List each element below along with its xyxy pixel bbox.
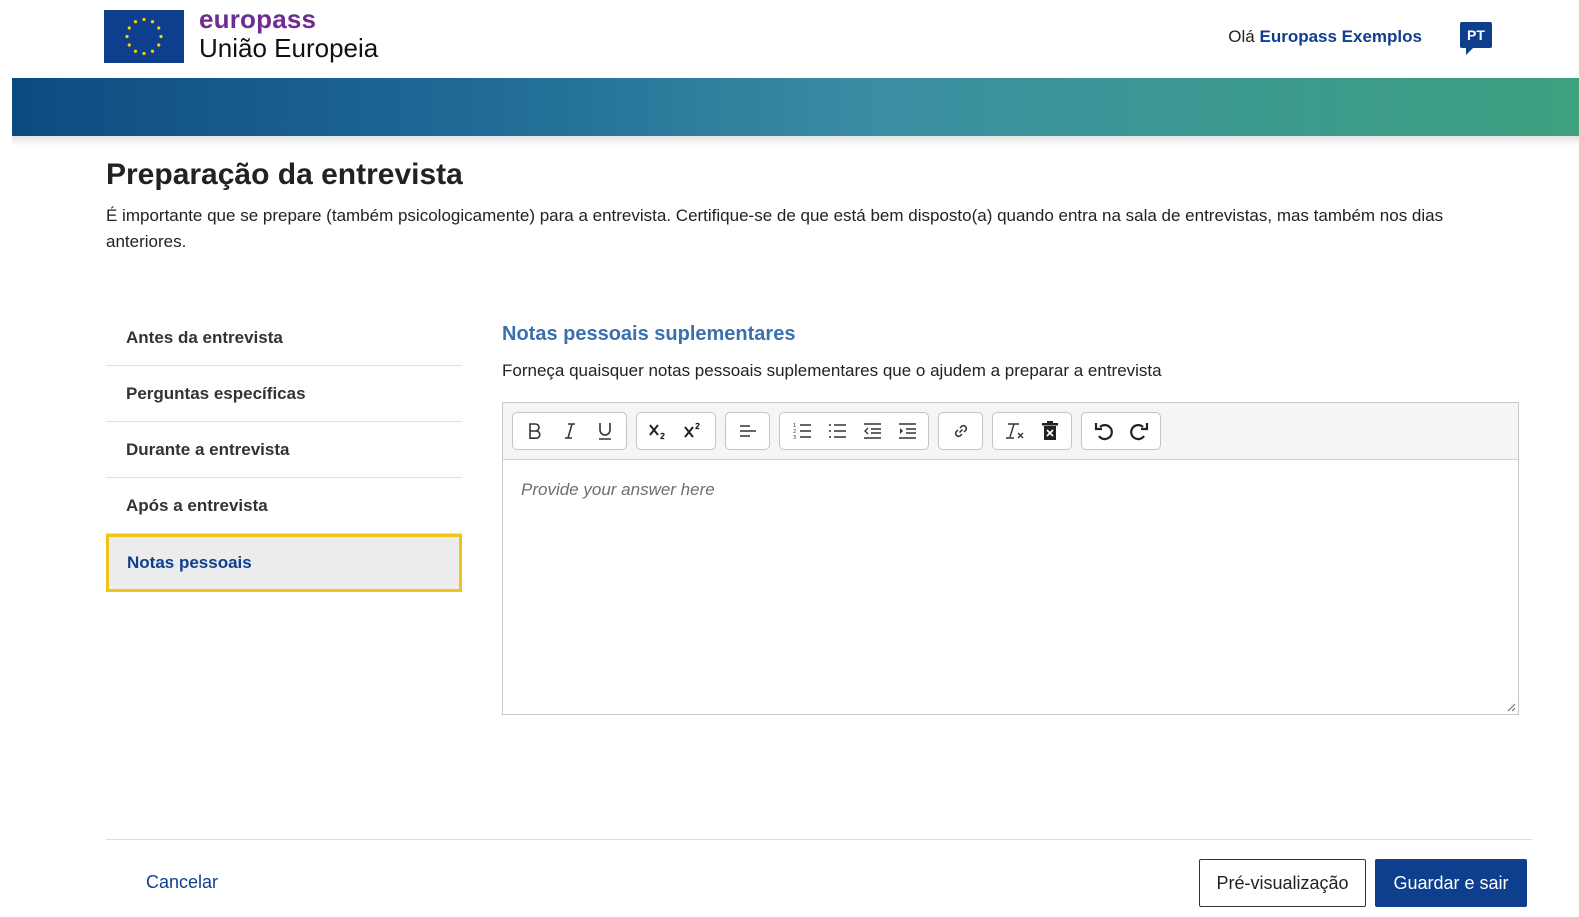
brand-subtitle: União Europeia xyxy=(199,33,379,63)
redo-icon[interactable] xyxy=(1121,413,1156,449)
align-group xyxy=(725,412,770,450)
page-title: Preparação da entrevista xyxy=(106,158,463,191)
format-group xyxy=(512,412,627,450)
banner-shadow xyxy=(12,136,1579,146)
header-banner xyxy=(12,78,1579,136)
clear-format-icon[interactable] xyxy=(997,413,1032,449)
superscript-icon[interactable] xyxy=(676,413,711,449)
user-name-link[interactable]: Europass Exemplos xyxy=(1259,27,1422,46)
site-header: europass União Europeia Olá Europass Exe… xyxy=(0,0,1579,78)
indent-icon[interactable] xyxy=(889,413,924,449)
brand-name: europass xyxy=(199,4,317,34)
section-title: Notas pessoais suplementares xyxy=(502,323,796,345)
ordered-list-icon[interactable]: 123 xyxy=(784,413,819,449)
nav-item-label: Durante a entrevista xyxy=(126,439,290,459)
editor-toolbar: 123 xyxy=(503,403,1518,460)
textarea-placeholder: Provide your answer here xyxy=(521,480,715,499)
bold-icon[interactable] xyxy=(517,413,552,449)
eu-flag-icon xyxy=(104,10,184,63)
rich-text-editor: 123 Provide your answer here xyxy=(502,402,1519,715)
greeting-prefix: Olá xyxy=(1228,27,1255,46)
nav-item-label: Perguntas específicas xyxy=(126,383,306,403)
link-icon[interactable] xyxy=(943,413,978,449)
italic-icon[interactable] xyxy=(552,413,587,449)
nav-item-notas-active[interactable]: Notas pessoais xyxy=(106,534,462,592)
outdent-icon[interactable] xyxy=(854,413,889,449)
side-navigation: Antes da entrevista Perguntas específica… xyxy=(106,310,462,592)
link-group xyxy=(938,412,983,450)
page-intro: É importante que se prepare (também psic… xyxy=(106,206,1444,251)
nav-item-antes[interactable]: Antes da entrevista xyxy=(106,310,462,366)
align-left-icon[interactable] xyxy=(730,413,765,449)
notes-textarea[interactable]: Provide your answer here xyxy=(503,460,1518,714)
delete-icon[interactable] xyxy=(1032,413,1067,449)
resize-handle-icon[interactable] xyxy=(1506,702,1516,712)
section-description: Forneça quaisquer notas pessoais supleme… xyxy=(502,361,1162,380)
nav-item-label: Após a entrevista xyxy=(126,495,268,515)
nav-item-apos[interactable]: Após a entrevista xyxy=(106,478,462,534)
bullet-list-icon[interactable] xyxy=(819,413,854,449)
nav-item-label: Antes da entrevista xyxy=(126,327,283,347)
nav-item-label: Notas pessoais xyxy=(127,553,252,572)
nav-item-perguntas[interactable]: Perguntas específicas xyxy=(106,366,462,422)
user-greeting: Olá Europass Exemplos xyxy=(1228,27,1422,47)
svg-text:3: 3 xyxy=(793,435,796,441)
undo-icon[interactable] xyxy=(1086,413,1121,449)
subscript-icon[interactable] xyxy=(641,413,676,449)
clear-group xyxy=(992,412,1072,450)
footer-divider xyxy=(106,839,1532,840)
cancel-link[interactable]: Cancelar xyxy=(146,872,218,893)
europass-logo[interactable]: europass União Europeia xyxy=(104,4,379,63)
preview-button[interactable]: Pré-visualização xyxy=(1199,859,1366,907)
save-and-exit-button[interactable]: Guardar e sair xyxy=(1375,859,1527,907)
underline-icon[interactable] xyxy=(587,413,622,449)
history-group xyxy=(1081,412,1161,450)
list-group: 123 xyxy=(779,412,929,450)
script-group xyxy=(636,412,716,450)
language-selector[interactable]: PT xyxy=(1460,22,1492,55)
nav-item-durante[interactable]: Durante a entrevista xyxy=(106,422,462,478)
